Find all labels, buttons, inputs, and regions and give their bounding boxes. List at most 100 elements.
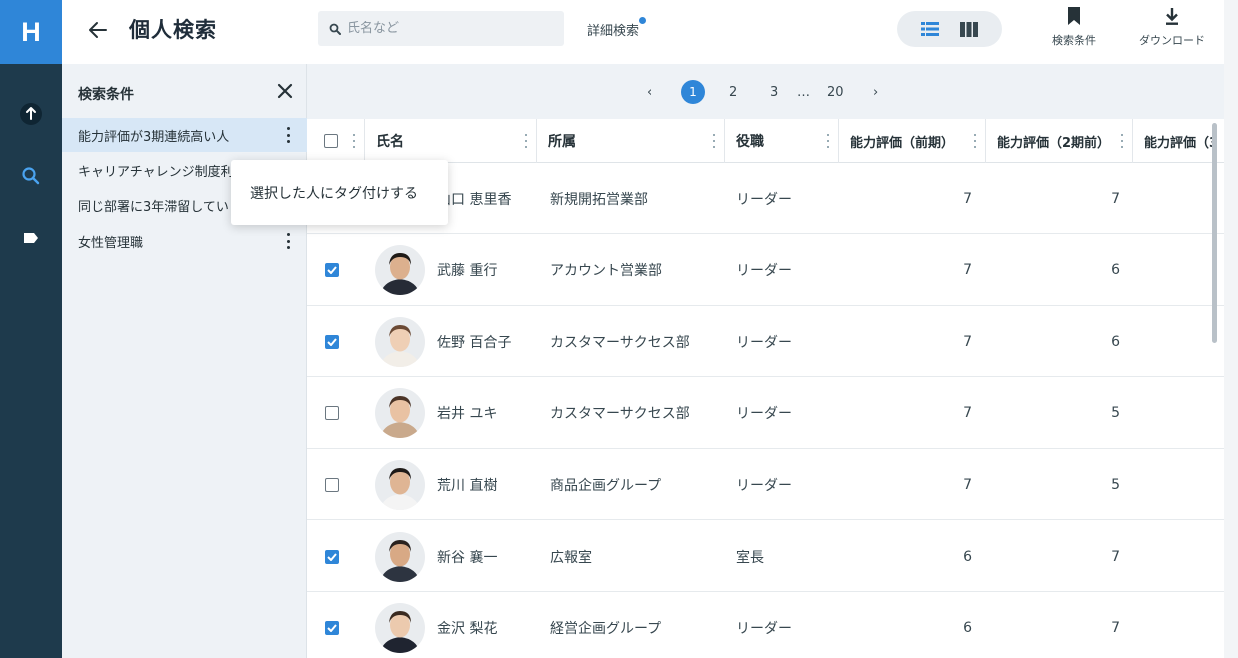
person-name[interactable]: 佐野 百合子 <box>437 306 537 377</box>
column-menu-icon[interactable] <box>352 134 356 148</box>
table-row[interactable]: 武藤 重行 アカウント営業部 リーダー 7 6 <box>307 234 1224 306</box>
close-panel-button[interactable] <box>272 78 298 104</box>
department: カスタマーサクセス部 <box>550 406 690 423</box>
row-checkbox-cell <box>325 521 345 592</box>
upload-nav-button[interactable] <box>15 98 47 130</box>
avatar[interactable] <box>375 388 425 439</box>
table-header: 氏名 所属 役職 能力評価（前期） 能力評価（2期前） 能力評価（3 <box>307 119 1224 163</box>
more-icon[interactable] <box>285 233 291 249</box>
condition-label: 能力評価が3期連続高い人 <box>78 129 230 145</box>
person-name[interactable]: 金沢 梨花 <box>437 593 537 658</box>
avatar-photo <box>375 603 425 654</box>
column-header-dept[interactable]: 所属 <box>537 119 725 163</box>
left-rail: H <box>0 0 62 658</box>
row-checkbox-cell <box>325 235 345 306</box>
advanced-search-link[interactable]: 詳細検索 <box>587 17 647 39</box>
role: リーダー <box>736 477 792 494</box>
download-button[interactable]: ダウンロード <box>1139 6 1205 48</box>
avatar-cell <box>375 449 427 520</box>
column-menu-icon[interactable] <box>712 134 716 148</box>
avatar[interactable] <box>375 245 425 296</box>
page-title: 個人検索 <box>129 18 217 42</box>
row-checkbox[interactable] <box>325 334 339 349</box>
table-row[interactable]: 金沢 梨花 経営企画グループ リーダー 6 7 <box>307 592 1224 658</box>
rating-prev: 7 <box>963 190 972 207</box>
column-menu-icon[interactable] <box>524 134 528 148</box>
row-checkbox[interactable] <box>325 263 339 278</box>
column-header-label: 役職 <box>736 134 764 150</box>
rating-prev: 7 <box>963 262 972 279</box>
page-button-current[interactable]: 1 <box>681 80 705 104</box>
view-toggle <box>897 11 1002 47</box>
tag-nav-button[interactable] <box>15 222 47 254</box>
column-header-rating-prev3[interactable]: 能力評価（3 <box>1133 119 1224 163</box>
select-all-checkbox[interactable] <box>324 134 338 148</box>
department: 新規開拓営業部 <box>550 191 648 208</box>
list-view-button[interactable] <box>917 16 943 42</box>
department: 商品企画グループ <box>550 477 662 494</box>
pagination: ‹ 1 2 3 … 20 › <box>307 64 1224 119</box>
select-all-header <box>307 119 365 163</box>
search-nav-button[interactable] <box>15 160 47 192</box>
column-view-icon <box>959 21 978 37</box>
more-icon[interactable] <box>285 127 291 143</box>
column-menu-icon[interactable] <box>826 134 830 148</box>
row-checkbox[interactable] <box>325 477 339 492</box>
avatar[interactable] <box>375 603 425 654</box>
role: リーダー <box>736 621 792 638</box>
column-menu-icon[interactable] <box>973 134 977 148</box>
column-header-rating-prev2[interactable]: 能力評価（2期前） <box>986 119 1133 163</box>
column-header-role[interactable]: 役職 <box>725 119 839 163</box>
advanced-search-label: 詳細検索 <box>587 24 640 39</box>
column-menu-icon[interactable] <box>1120 134 1124 148</box>
column-header-name[interactable]: 氏名 <box>365 119 537 163</box>
person-name[interactable]: 荒川 直樹 <box>437 449 537 520</box>
avatar[interactable] <box>375 316 425 367</box>
person-name[interactable]: 岩井 ユキ <box>437 378 537 449</box>
search-input[interactable] <box>347 21 547 36</box>
upload-icon <box>20 103 42 125</box>
row-checkbox[interactable] <box>325 406 339 421</box>
person-name[interactable]: 新谷 襄一 <box>437 521 537 592</box>
checkmark-icon <box>327 552 337 561</box>
person-name[interactable]: 武藤 重行 <box>437 235 537 306</box>
table-row[interactable]: 荒川 直樹 商品企画グループ リーダー 7 5 <box>307 449 1224 521</box>
page-button-last[interactable]: 20 <box>827 80 844 104</box>
scrollbar-thumb[interactable] <box>1212 123 1217 343</box>
condition-item[interactable]: 能力評価が3期連続高い人 <box>62 118 307 152</box>
list-view-icon <box>921 22 940 36</box>
role: 室長 <box>736 549 764 566</box>
column-header-rating-prev[interactable]: 能力評価（前期） <box>839 119 986 163</box>
rating-prev2: 5 <box>1111 476 1120 493</box>
department: 広報室 <box>550 549 592 566</box>
page-button[interactable]: 2 <box>729 80 737 104</box>
next-page-button[interactable]: › <box>873 80 878 104</box>
avatar[interactable] <box>375 531 425 582</box>
table-row[interactable]: 新谷 襄一 広報室 室長 6 7 <box>307 521 1224 592</box>
back-button[interactable] <box>82 16 114 44</box>
table-row[interactable]: 岩井 ユキ カスタマーサクセス部 リーダー 7 5 <box>307 377 1224 449</box>
avatar-cell <box>375 235 427 306</box>
rating-prev2: 6 <box>1111 333 1120 350</box>
row-checkbox-cell <box>325 593 345 658</box>
scrollbar-track[interactable] <box>1224 0 1238 658</box>
condition-item[interactable]: 女性管理職 <box>62 224 307 258</box>
rating-prev2: 6 <box>1111 262 1120 279</box>
page-button[interactable]: 3 <box>770 80 778 104</box>
column-view-button[interactable] <box>956 16 982 42</box>
row-checkbox[interactable] <box>325 549 339 564</box>
person-name[interactable]: 山口 恵里香 <box>437 163 537 234</box>
app-logo[interactable]: H <box>0 0 62 64</box>
pagination-ellipsis: … <box>797 84 810 100</box>
avatar[interactable] <box>375 459 425 510</box>
department: カスタマーサクセス部 <box>550 334 690 351</box>
tag-selected-menu-item[interactable]: 選択した人にタグ付けする <box>231 160 448 225</box>
prev-page-button[interactable]: ‹ <box>647 80 652 104</box>
saved-conditions-button[interactable]: 検索条件 <box>1052 6 1096 48</box>
column-header-label: 能力評価（2期前） <box>997 135 1111 151</box>
column-header-label: 能力評価（前期） <box>850 135 955 151</box>
avatar-photo <box>375 316 425 367</box>
table-row[interactable]: 佐野 百合子 カスタマーサクセス部 リーダー 7 6 <box>307 306 1224 378</box>
search-box[interactable] <box>318 11 564 46</box>
row-checkbox[interactable] <box>325 621 339 636</box>
